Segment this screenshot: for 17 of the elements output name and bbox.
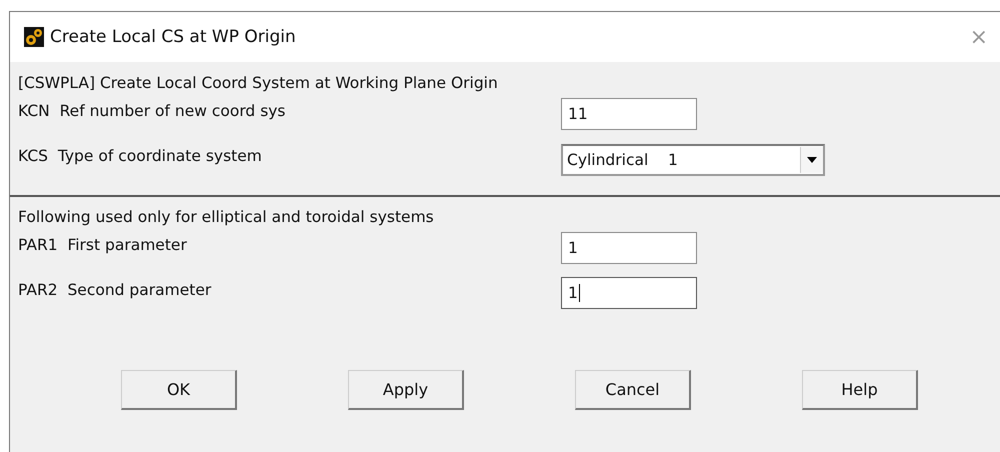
field-label: KCS Type of coordinate system [18,146,263,165]
dialog-button[interactable]: Help [802,370,918,410]
dialog-button[interactable]: Cancel [575,370,691,410]
input-field[interactable]: 1 [561,232,697,264]
dialog-button[interactable]: Apply [348,370,464,410]
field-label: PAR2 Second parameter [18,280,212,299]
dropdown-arrow-icon [807,157,817,163]
section-note: Following used only for elliptical and toroidal systems [18,208,435,228]
dialog-button[interactable]: OK [121,370,237,410]
dialog-heading: [CSWPLA] Create Local Coord System at Working Plane Origin [18,74,499,94]
field-label: KCN Ref number of new coord sys [18,101,287,120]
field-label: PAR1 First parameter [18,235,188,254]
dropdown[interactable]: Cylindrical 1 [561,144,825,176]
input-field[interactable]: 1 [561,277,697,309]
window-title: Create Local CS at WP Origin [50,27,296,47]
gears-icon [24,27,44,47]
input-field[interactable]: 11 [561,98,697,130]
